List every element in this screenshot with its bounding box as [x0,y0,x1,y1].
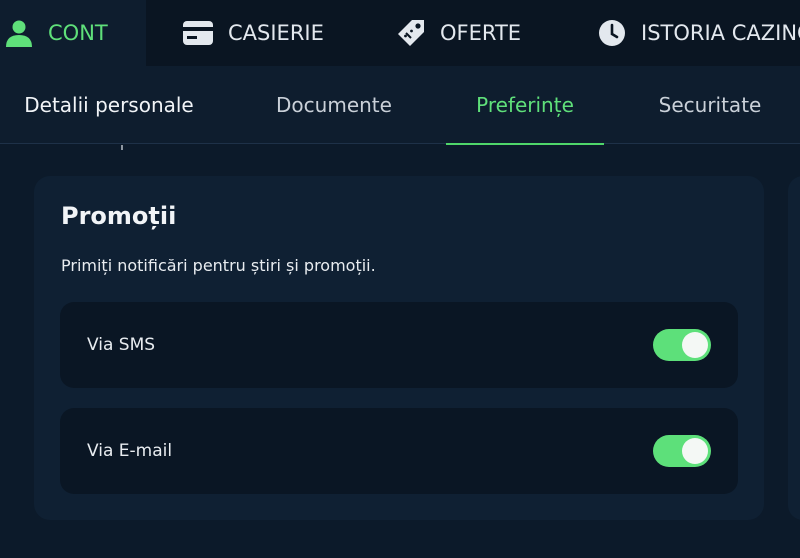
account-tabs: Detalii personale Documente Preferințe S… [0,66,800,145]
tab-securitate[interactable]: Securitate [636,66,784,144]
nav-item-label: CONT [48,21,108,45]
option-row-sms: Via SMS [60,302,738,388]
tab-detalii-personale[interactable]: Detalii personale [0,66,218,144]
toggle-knob [682,438,708,464]
tab-label: Documente [276,93,392,117]
promotions-title: Promoții [61,202,177,230]
email-toggle[interactable] [653,435,711,467]
option-row-email: Via E-mail [60,408,738,494]
sms-toggle[interactable] [653,329,711,361]
top-navigation: CONT CASIERIE OFERTE ISTORIA CAZINO [0,0,800,66]
scroll-remnant [121,145,123,150]
user-icon [4,18,34,48]
tab-preferinte[interactable]: Preferințe [446,66,604,145]
tab-label: Detalii personale [24,93,194,117]
nav-item-oferte[interactable]: OFERTE [396,0,521,66]
promotions-description: Primiți notificări pentru știri și promo… [61,256,376,275]
nav-item-label: ISTORIA CAZINO [641,21,800,45]
adjacent-card-edge [788,176,800,520]
promotions-card: Promoții Primiți notificări pentru știri… [34,176,764,520]
nav-item-cont[interactable]: CONT [0,0,146,66]
option-label-sms: Via SMS [87,335,156,355]
tab-label: Preferințe [476,93,574,117]
nav-item-casierie[interactable]: CASIERIE [182,0,324,66]
nav-item-label: OFERTE [440,21,522,45]
nav-item-label: CASIERIE [228,21,324,45]
nav-item-istoria-cazino[interactable]: ISTORIA CAZINO [597,0,800,66]
clock-icon [597,18,627,48]
card-icon [182,20,214,46]
option-label-email: Via E-mail [87,441,173,461]
tag-icon [396,18,426,48]
tab-documente[interactable]: Documente [252,66,416,144]
tab-label: Securitate [658,93,762,117]
toggle-knob [682,332,708,358]
